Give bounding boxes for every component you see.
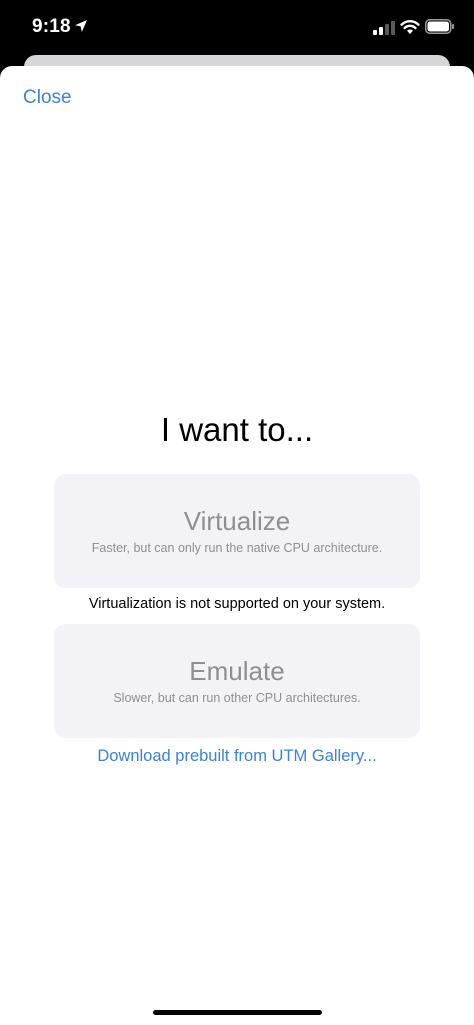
wifi-icon bbox=[400, 20, 420, 34]
virtualize-title: Virtualize bbox=[183, 506, 291, 536]
emulate-subtitle: Slower, but can run other CPU architectu… bbox=[113, 691, 361, 705]
close-button[interactable]: Close bbox=[23, 87, 72, 109]
status-bar: 9:18 bbox=[0, 0, 474, 56]
cellular-signal-icon bbox=[373, 21, 395, 35]
emulate-option-button[interactable]: Emulate Slower, but can run other CPU ar… bbox=[54, 624, 420, 738]
virtualization-unsupported-notice: Virtualization is not supported on your … bbox=[88, 596, 386, 612]
utm-gallery-link[interactable]: Download prebuilt from UTM Gallery... bbox=[0, 747, 474, 766]
status-time: 9:18 bbox=[32, 16, 71, 37]
home-indicator[interactable] bbox=[153, 1010, 322, 1015]
emulate-title: Emulate bbox=[189, 656, 285, 686]
modal-sheet: Close I want to... Virtualize Faster, bu… bbox=[0, 66, 474, 1025]
virtualize-option-button[interactable]: Virtualize Faster, but can only run the … bbox=[54, 474, 420, 588]
virtualize-subtitle: Faster, but can only run the native CPU … bbox=[91, 541, 383, 555]
location-arrow-icon bbox=[75, 20, 87, 32]
battery-icon bbox=[425, 19, 454, 34]
page-title: I want to... bbox=[160, 411, 314, 448]
screen: 9:18 Close I want to... Virtualize Faste… bbox=[0, 0, 474, 1025]
